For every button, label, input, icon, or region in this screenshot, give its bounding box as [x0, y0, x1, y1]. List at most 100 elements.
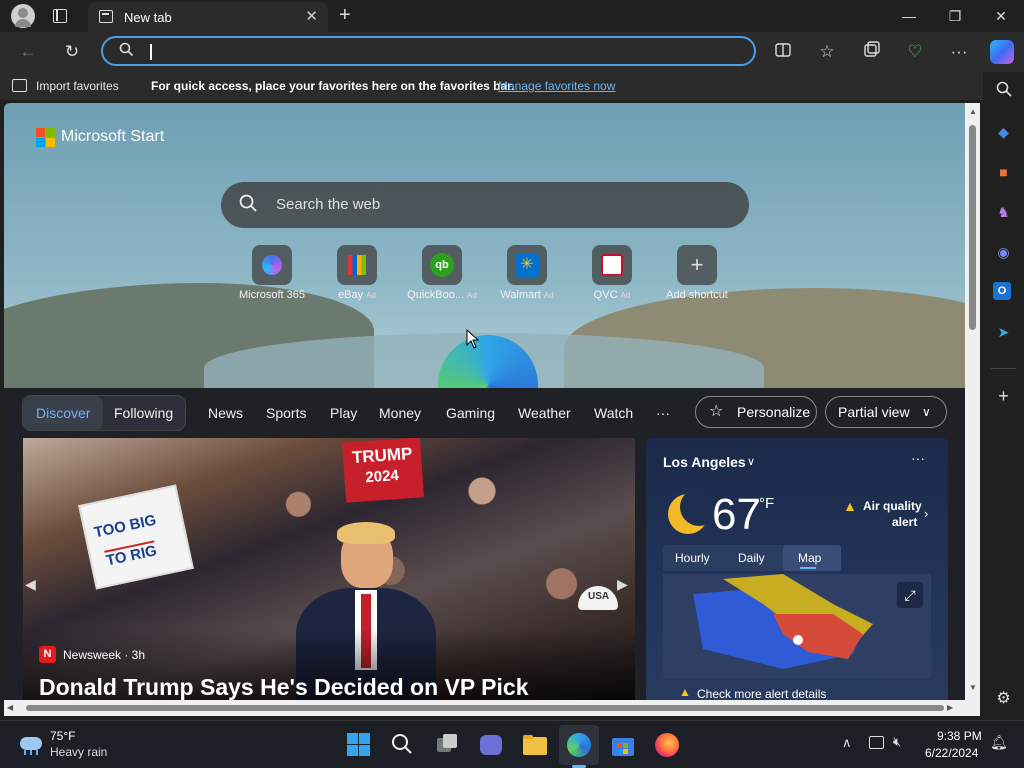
scroll-down-arrow-icon[interactable]: ▼: [969, 683, 977, 692]
scroll-up-arrow-icon[interactable]: ▲: [969, 107, 977, 116]
address-bar[interactable]: [101, 36, 756, 66]
minimize-button[interactable]: —: [886, 0, 932, 32]
copilot-icon[interactable]: [990, 40, 1014, 64]
location-chevron-icon[interactable]: ∨: [747, 455, 755, 468]
nav-play[interactable]: Play: [330, 405, 357, 421]
active-tab-underline: [800, 567, 816, 569]
weather-card[interactable]: Los Angeles ∨ ··· 67 °F ▲ Air quality al…: [646, 438, 948, 700]
nav-more-button[interactable]: ···: [656, 405, 670, 421]
manage-favorites-link[interactable]: Manage favorites now: [498, 79, 615, 93]
tab-following[interactable]: Following: [114, 405, 173, 421]
teams-chat-icon[interactable]: [478, 732, 504, 758]
newsweek-logo-icon: N: [39, 646, 56, 663]
split-screen-icon[interactable]: [772, 41, 794, 63]
copilot-sidebar-icon[interactable]: ◉: [993, 242, 1014, 263]
web-search-box[interactable]: Search the web: [221, 182, 749, 228]
favorites-bar: Import favorites For quick access, place…: [0, 72, 1024, 100]
scroll-thumb[interactable]: [969, 125, 976, 330]
collections-icon[interactable]: [860, 41, 882, 63]
nav-watch[interactable]: Watch: [594, 405, 633, 421]
expand-map-icon[interactable]: ⤢: [897, 582, 923, 608]
tab-actions-icon[interactable]: [53, 9, 67, 23]
weather-location[interactable]: Los Angeles: [663, 454, 746, 470]
sidebar-search-icon[interactable]: [993, 81, 1014, 102]
weather-map[interactable]: ⤢: [663, 574, 931, 678]
nav-money[interactable]: Money: [379, 405, 421, 421]
microsoft-logo-icon: [36, 128, 56, 148]
taskbar-search-icon[interactable]: [390, 732, 416, 758]
close-window-button[interactable]: ✕: [978, 0, 1024, 32]
news-headline[interactable]: Donald Trump Says He's Decided on VP Pic…: [39, 674, 528, 700]
file-explorer-icon[interactable]: [522, 732, 548, 758]
taskbar-weather-desc[interactable]: Heavy rain: [50, 745, 107, 759]
alert-details-link[interactable]: Check more alert details: [697, 687, 826, 700]
show-hidden-icons-chevron[interactable]: ∧: [842, 735, 852, 751]
air-quality-alert-line2[interactable]: alert: [892, 515, 917, 529]
horizontal-scrollbar[interactable]: ◀ ▶: [4, 700, 980, 716]
edge-taskbar-icon[interactable]: [566, 732, 592, 758]
outlook-icon[interactable]: O: [993, 282, 1014, 303]
start-button-icon[interactable]: [346, 732, 372, 758]
shortcut-microsoft-365[interactable]: Microsoft 365: [232, 245, 312, 301]
weather-tab-hourly[interactable]: Hourly: [675, 551, 710, 565]
shortcut-qvc[interactable]: QVC Ad: [572, 245, 652, 301]
weather-more-icon[interactable]: ···: [911, 450, 925, 466]
settings-more-icon[interactable]: ···: [948, 41, 970, 63]
personalize-button[interactable]: ☆ Personalize: [695, 396, 817, 428]
new-tab-button[interactable]: +: [339, 4, 351, 27]
add-favorite-icon[interactable]: ☆: [816, 41, 838, 63]
shortcut-ebay[interactable]: eBay Ad: [317, 245, 397, 301]
scroll-right-arrow-icon[interactable]: ▶: [947, 703, 953, 712]
view-mode-dropdown[interactable]: Partial view ∨: [825, 396, 947, 428]
taskbar-date[interactable]: 6/22/2024: [925, 746, 978, 760]
sidebar-settings-icon[interactable]: ⚙: [993, 688, 1014, 709]
shortcut-walmart[interactable]: ✳ Walmart Ad: [487, 245, 567, 301]
taskbar-time[interactable]: 9:38 PM: [937, 729, 982, 743]
hero-news-card[interactable]: TOO BIG TO RIG TRUMP 2024 USA ◀ ▶ N News…: [23, 438, 635, 700]
tab-new-tab[interactable]: New tab ✕: [88, 2, 328, 32]
games-icon[interactable]: ♞: [993, 202, 1014, 223]
microsoft-365-icon: [262, 255, 282, 275]
chevron-right-icon[interactable]: ›: [924, 506, 928, 521]
close-tab-icon[interactable]: ✕: [305, 7, 318, 25]
shortcut-label: Walmart: [500, 289, 541, 301]
shortcut-add[interactable]: + Add shortcut: [657, 245, 737, 301]
taskbar-weather-temp[interactable]: 75°F: [50, 729, 75, 743]
restore-button[interactable]: ❐: [932, 0, 978, 32]
import-favorites-link[interactable]: Import favorites: [36, 79, 119, 93]
air-quality-alert-line1[interactable]: Air quality: [863, 499, 922, 513]
weather-tab-map[interactable]: Map: [798, 551, 821, 565]
carousel-prev-button[interactable]: ◀: [25, 576, 36, 593]
task-view-icon[interactable]: [434, 732, 460, 758]
scroll-left-arrow-icon[interactable]: ◀: [7, 703, 13, 712]
weather-rain-icon[interactable]: [18, 733, 44, 755]
browser-essentials-icon[interactable]: ♡: [904, 41, 926, 63]
weather-tab-daily[interactable]: Daily: [738, 551, 765, 565]
carousel-next-button[interactable]: ▶: [617, 576, 628, 593]
nav-news[interactable]: News: [208, 405, 243, 421]
tab-discover[interactable]: Discover: [36, 405, 90, 421]
profile-avatar[interactable]: [11, 4, 35, 28]
temperature-unit: °F: [759, 495, 775, 512]
firefox-icon[interactable]: [654, 732, 680, 758]
horizontal-scroll-thumb[interactable]: [26, 705, 944, 711]
import-favorites-icon[interactable]: [12, 79, 27, 92]
network-display-icon[interactable]: [869, 736, 884, 749]
search-placeholder: Search the web: [276, 196, 381, 213]
nav-sports[interactable]: Sports: [266, 405, 306, 421]
refresh-button[interactable]: ↻: [61, 41, 83, 63]
shortcut-quickbooks[interactable]: qb QuickBoo... Ad: [402, 245, 482, 301]
volume-muted-icon[interactable]: 🔇︎: [893, 734, 901, 750]
tools-briefcase-icon[interactable]: ■: [993, 162, 1014, 183]
sidebar-divider: [991, 368, 1016, 369]
search-icon: [239, 194, 257, 217]
sidebar-add-icon[interactable]: +: [993, 386, 1014, 407]
nav-gaming[interactable]: Gaming: [446, 405, 495, 421]
microsoft-store-icon[interactable]: [610, 732, 636, 758]
notification-bell-icon[interactable]: 🔔︎: [990, 734, 1008, 751]
nav-weather[interactable]: Weather: [518, 405, 571, 421]
vertical-scrollbar[interactable]: ▲ ▼: [965, 103, 980, 700]
shopping-tag-icon[interactable]: ◆: [993, 122, 1014, 143]
drop-send-icon[interactable]: ➤: [993, 322, 1014, 343]
back-button[interactable]: ←: [17, 41, 39, 63]
